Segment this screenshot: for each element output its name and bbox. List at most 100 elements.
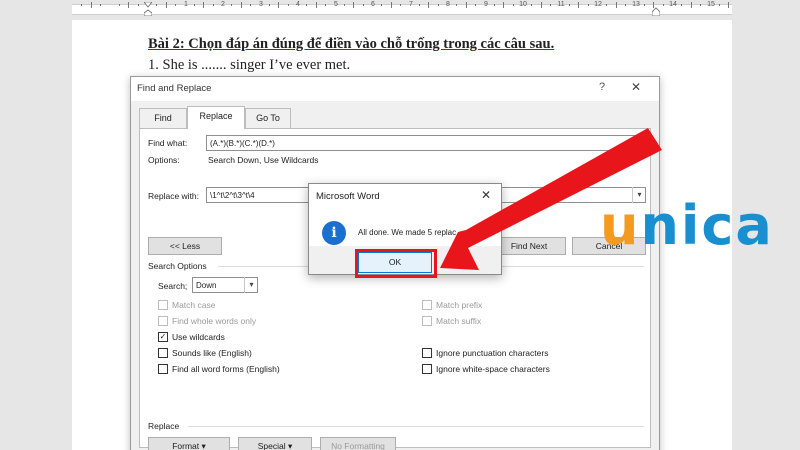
document-heading: Bài 2: Chọn đáp án đúng để điền vào chỗ … [148, 36, 555, 52]
ruler-tick [616, 2, 617, 8]
ruler-number: 14 [669, 1, 677, 8]
tab-goto[interactable]: Go To [245, 108, 291, 128]
ruler-tick [100, 4, 101, 6]
ruler-number: 2 [221, 1, 225, 8]
ruler-tick [503, 2, 504, 8]
chevron-down-icon[interactable]: ▾ [244, 277, 258, 293]
ruler-tick [213, 4, 214, 6]
checkbox-box [158, 348, 168, 358]
ruler-tick [269, 4, 270, 6]
ruler-number: 11 [557, 1, 565, 8]
info-icon: i [322, 221, 346, 245]
ruler-tick [316, 2, 317, 8]
search-direction-label: Search; [158, 281, 188, 291]
find-what-label: Find what: [148, 138, 188, 148]
ruler-number: 8 [446, 1, 450, 8]
close-icon[interactable]: ✕ [481, 188, 491, 202]
ruler-tick [194, 4, 195, 6]
ruler-tick [288, 4, 289, 6]
format-button[interactable]: Format ▾ [148, 437, 230, 450]
find-replace-titlebar[interactable]: Find and Replace ? ✕ [131, 77, 659, 101]
ruler-tick [513, 4, 514, 6]
special-button[interactable]: Special ▾ [238, 437, 312, 450]
ruler-tick [475, 4, 476, 6]
close-icon[interactable]: ✕ [631, 80, 641, 94]
ruler-tick [138, 4, 139, 6]
search-direction-value: Down [196, 281, 217, 290]
ruler-tick [325, 4, 326, 6]
ruler-tick [391, 2, 392, 8]
horizontal-ruler[interactable]: 1 2 3 4 5 6 7 8 9 10 11 12 13 14 15 [0, 0, 800, 18]
tab-replace[interactable]: Replace [187, 106, 245, 129]
ruler-tick [353, 2, 354, 8]
checkbox-box [422, 348, 432, 358]
ruler-tick [278, 2, 279, 8]
ruler-tick [91, 2, 92, 8]
ruler-tick [344, 4, 345, 6]
ruler-tick [363, 4, 364, 6]
checkbox-box [158, 316, 168, 326]
checkbox-box [158, 300, 168, 310]
ruler-tick [241, 2, 242, 8]
find-next-button[interactable]: Find Next [492, 237, 566, 255]
message-box-body: i All done. We made 5 replac [309, 208, 501, 246]
ruler-tick [466, 2, 467, 8]
ruler-tick [728, 2, 729, 8]
ruler-number: 9 [484, 1, 488, 8]
message-box-titlebar[interactable]: Microsoft Word ✕ [309, 184, 501, 208]
ruler-number: 15 [707, 1, 715, 8]
ruler-tick [428, 2, 429, 8]
checkbox-box [422, 316, 432, 326]
ruler-tick [653, 2, 654, 8]
word-message-box: Microsoft Word ✕ i All done. We made 5 r… [308, 183, 502, 278]
ruler-tick [81, 4, 82, 6]
find-what-value: (A.*)(B.*)(C.*)(D.*) [210, 139, 275, 148]
ruler-tick [494, 4, 495, 6]
options-label: Options: [148, 155, 180, 165]
ruler-number: 7 [409, 1, 413, 8]
ruler-number: 3 [259, 1, 263, 8]
replace-divider [188, 426, 644, 427]
ruler-tick [578, 2, 579, 8]
ruler-number: 6 [371, 1, 375, 8]
message-text: All done. We made 5 replac [358, 228, 457, 237]
ruler-number: 4 [296, 1, 300, 8]
ruler-tick [456, 4, 457, 6]
dialog-title: Find and Replace [137, 83, 212, 94]
no-formatting-button[interactable]: No Formatting [320, 437, 396, 450]
ruler-tick [531, 4, 532, 6]
help-icon[interactable]: ? [599, 81, 605, 93]
ruler-tick [166, 2, 167, 8]
ruler-number: 10 [519, 1, 527, 8]
first-line-indent-marker[interactable] [144, 2, 152, 16]
replace-with-value: \1^t\2^t\3^t\4 [210, 191, 255, 200]
ruler-tick [119, 4, 120, 6]
checkbox-box [422, 300, 432, 310]
ruler-number: 1 [184, 1, 188, 8]
ruler-tick [541, 2, 542, 8]
find-what-input[interactable]: (A.*)(B.*)(C.*)(D.*) [206, 135, 644, 151]
ruler-tick [681, 4, 682, 6]
ruler-tick [644, 4, 645, 6]
ok-highlight-frame [355, 249, 437, 278]
ruler-tick [569, 4, 570, 6]
message-box-title: Microsoft Word [316, 191, 380, 202]
ruler-tick [606, 4, 607, 6]
ruler-number: 12 [594, 1, 602, 8]
ruler-number: 5 [334, 1, 338, 8]
checkbox-box [158, 364, 168, 374]
ruler-tick [550, 4, 551, 6]
replace-tab-panel: Find what: (A.*)(B.*)(C.*)(D.*) Options:… [139, 128, 651, 450]
document-line-1: 1. She is ....... singer I’ve ever met. [148, 57, 351, 73]
ruler-tick [306, 4, 307, 6]
replace-with-label: Replace with: [148, 191, 200, 201]
tab-find[interactable]: Find [139, 108, 187, 128]
ruler-tick [203, 2, 204, 8]
ruler-number: 13 [632, 1, 640, 8]
search-options-header: Search Options [148, 261, 207, 271]
unica-logo: unica [600, 194, 774, 257]
ruler-tick [400, 4, 401, 6]
ruler-tick [419, 4, 420, 6]
ruler-tick [156, 4, 157, 6]
less-button[interactable]: << Less [148, 237, 222, 255]
